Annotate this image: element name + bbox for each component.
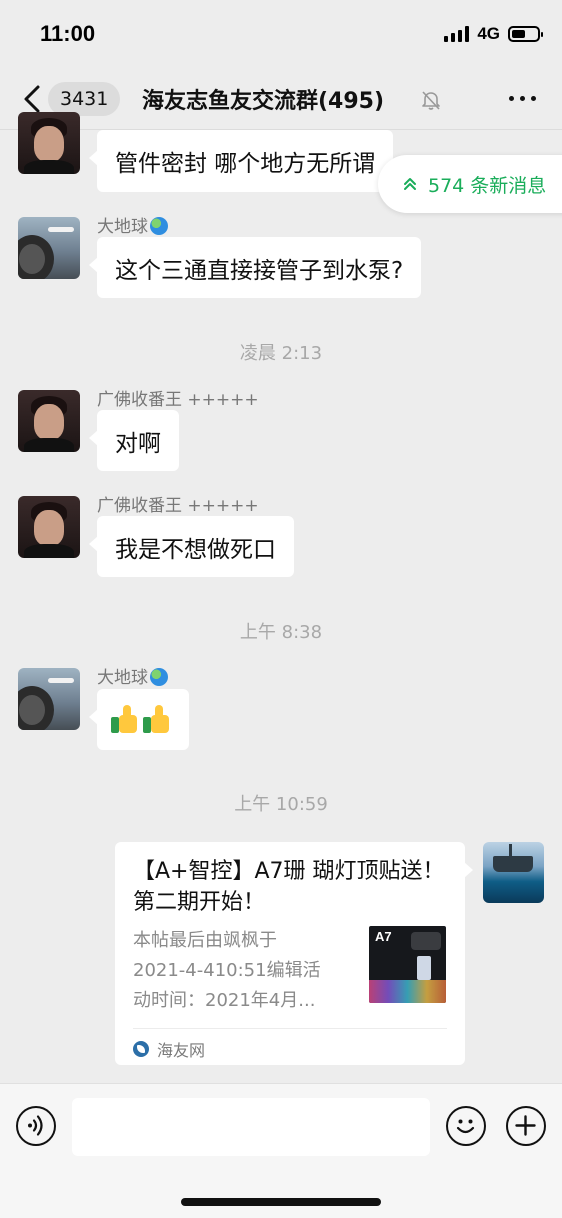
more-options-button[interactable] xyxy=(509,96,536,101)
back-button[interactable] xyxy=(18,82,48,116)
status-bar: 11:00 4G xyxy=(0,0,562,68)
signal-icon xyxy=(444,26,470,42)
sender-name: 大地球 xyxy=(97,212,168,237)
link-card-description: 本帖最后由飒枫于 2021-4-410:51编辑活 动时间：2021年4月... xyxy=(133,930,321,1011)
status-time: 11:00 xyxy=(40,21,96,46)
message-input[interactable] xyxy=(72,1098,430,1156)
chat-title: 海友志鱼友交流群(495) xyxy=(142,89,385,114)
voice-button[interactable] xyxy=(16,1106,56,1146)
message-bubble[interactable]: 这个三通直接接管子到水泵? xyxy=(88,237,422,298)
more-actions-button[interactable] xyxy=(506,1106,546,1146)
home-indicator[interactable] xyxy=(181,1198,381,1206)
source-logo-icon xyxy=(133,1041,149,1057)
unread-count-badge[interactable]: 3431 xyxy=(48,82,121,116)
new-messages-button[interactable]: 574 条新消息 xyxy=(378,155,562,213)
avatar[interactable] xyxy=(18,217,80,279)
message-bubble[interactable] xyxy=(89,689,189,750)
plus-icon xyxy=(515,1115,536,1136)
status-indicators: 4G xyxy=(444,24,543,44)
globe-icon xyxy=(150,668,168,686)
globe-icon xyxy=(150,217,168,235)
double-chevron-up-icon xyxy=(404,178,416,190)
message-bubble[interactable]: 管件密封 哪个地方无所谓 xyxy=(88,130,394,192)
avatar[interactable] xyxy=(18,112,80,174)
message-timestamp: 凌晨 2:13 xyxy=(239,343,323,364)
mute-bell-icon xyxy=(422,91,440,110)
voice-icon xyxy=(28,1115,43,1136)
message-bubble[interactable]: 我是不想做死口 xyxy=(89,516,294,577)
network-type: 4G xyxy=(477,24,500,43)
smiley-icon xyxy=(456,1119,475,1134)
thumbs-up-icon xyxy=(143,704,171,735)
link-card-source: 海友网 xyxy=(133,1037,205,1061)
avatar[interactable] xyxy=(18,668,80,730)
link-card-thumbnail: A7 xyxy=(369,926,446,1003)
battery-icon xyxy=(508,26,543,42)
thumbs-up-icon xyxy=(111,704,139,735)
avatar[interactable] xyxy=(18,496,80,558)
link-card-title: 【A+智控】A7珊 瑚灯顶贴送！第二期开始！ xyxy=(133,859,445,915)
avatar[interactable] xyxy=(18,390,80,452)
message-bubble[interactable]: 对啊 xyxy=(89,410,179,471)
chevron-left-icon xyxy=(24,85,40,113)
link-card[interactable]: 【A+智控】A7珊 瑚灯顶贴送！第二期开始！ 本帖最后由飒枫于 2021-4-4… xyxy=(115,842,473,1065)
sender-name: 大地球 xyxy=(97,663,168,688)
sender-name: 广佛收番王 +++++ xyxy=(97,496,259,516)
message-timestamp: 上午 8:38 xyxy=(239,622,323,643)
message-timestamp: 上午 10:59 xyxy=(234,794,328,815)
my-avatar[interactable] xyxy=(483,842,544,903)
sender-name: 广佛收番王 +++++ xyxy=(97,390,259,410)
emoji-button[interactable] xyxy=(446,1106,486,1146)
new-messages-label: 574 条新消息 xyxy=(428,174,547,197)
divider xyxy=(133,1028,447,1029)
nav-bar: 3431 海友志鱼友交流群(495) xyxy=(0,68,562,130)
